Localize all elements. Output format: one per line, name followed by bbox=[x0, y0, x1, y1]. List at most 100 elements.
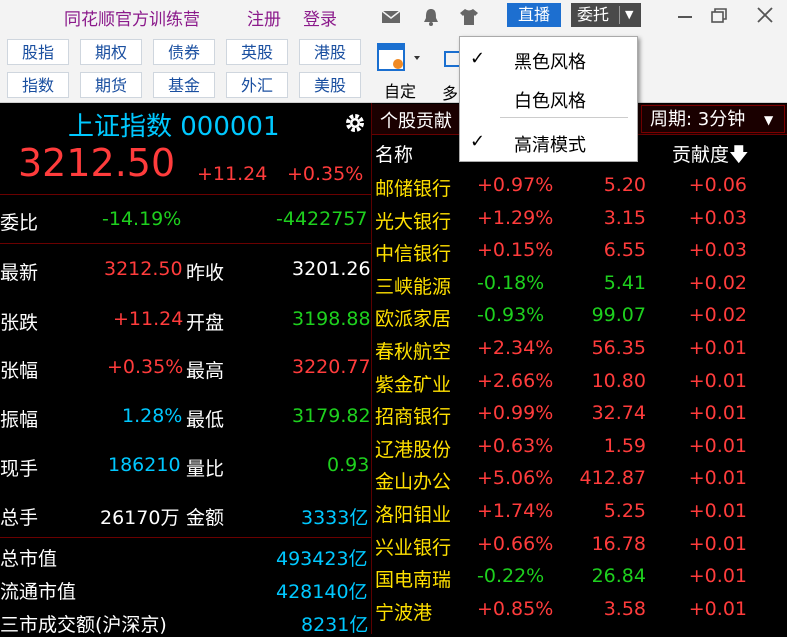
table-row[interactable]: 紫金矿业 +2.66% 10.80 +0.01 bbox=[372, 366, 787, 398]
stock-contrib: +0.01 bbox=[688, 500, 747, 522]
stock-name: 金山办公 bbox=[375, 471, 452, 494]
bell-icon[interactable] bbox=[420, 6, 442, 28]
tab-forex[interactable]: 外汇 bbox=[226, 72, 288, 98]
weibi-pct: -14.19% bbox=[102, 208, 182, 230]
minimize-icon[interactable] bbox=[672, 4, 698, 28]
table-row[interactable]: 光大银行 +1.29% 3.15 +0.03 bbox=[372, 203, 787, 235]
index-price: 3212.50 bbox=[18, 141, 176, 185]
restore-icon[interactable] bbox=[705, 4, 731, 28]
style-menu: ✓ 黑色风格 白色风格 ✓ 高清模式 bbox=[459, 36, 638, 162]
divider bbox=[0, 537, 371, 538]
stock-pct: -0.18% bbox=[477, 271, 545, 294]
period-dropdown[interactable]: 周期: 3分钟 ▼ bbox=[641, 105, 785, 133]
stat-label: 最低 bbox=[186, 409, 225, 431]
stock-price: 26.84 bbox=[591, 565, 646, 588]
stat-label: 总手 bbox=[0, 507, 39, 529]
stat-value: 0.93 bbox=[327, 454, 370, 476]
tab-hk-stocks[interactable]: 港股 bbox=[299, 39, 361, 65]
gear-icon[interactable] bbox=[343, 111, 367, 135]
chevron-down-icon: ▼ bbox=[625, 8, 634, 21]
stat-label: 张幅 bbox=[0, 360, 39, 382]
tab-bonds[interactable]: 债券 bbox=[153, 39, 215, 65]
stock-price: 3.15 bbox=[603, 206, 646, 229]
table-row[interactable]: 招商银行 +0.99% 32.74 +0.01 bbox=[372, 398, 787, 430]
title-bar: 同花顺官方训练营 注册 登录 直播 委托 ▼ bbox=[0, 0, 787, 35]
stock-price: 56.35 bbox=[591, 337, 646, 359]
menu-item-light-style[interactable]: 白色风格 bbox=[460, 81, 637, 115]
weituo-dropdown[interactable]: 委托 ▼ bbox=[571, 3, 641, 27]
column-contrib-header[interactable]: 贡献度🡇 bbox=[672, 140, 749, 173]
stock-pct: +0.66% bbox=[477, 532, 554, 555]
table-row[interactable]: 邮储银行 +0.97% 5.20 +0.06 bbox=[372, 170, 787, 202]
stock-contrib: +0.03 bbox=[688, 239, 747, 262]
stock-price: 16.78 bbox=[591, 532, 646, 555]
tab-options[interactable]: 期权 bbox=[80, 39, 142, 65]
tab-uk-stocks[interactable]: 英股 bbox=[226, 39, 288, 65]
table-row[interactable]: 洛阳钼业 +1.74% 5.25 +0.01 bbox=[372, 496, 787, 528]
weituo-divider bbox=[619, 6, 620, 24]
table-row[interactable]: 国电南瑞 -0.22% 26.84 +0.01 bbox=[372, 561, 787, 593]
stock-contrib: +0.01 bbox=[688, 565, 747, 588]
custom-button[interactable]: 自定 bbox=[372, 38, 428, 101]
stat-label: 昨收 bbox=[186, 262, 225, 284]
tab-futures[interactable]: 期货 bbox=[80, 72, 142, 98]
tab-us-stocks[interactable]: 美股 bbox=[299, 72, 361, 98]
stock-name: 辽港股份 bbox=[375, 438, 452, 461]
stock-pct: +0.85% bbox=[477, 597, 554, 620]
tab-index[interactable]: 指数 bbox=[7, 72, 69, 98]
table-row[interactable]: 宁波港 +0.85% 3.58 +0.01 bbox=[372, 594, 787, 626]
stock-contrib: +0.01 bbox=[688, 402, 747, 425]
multi-label: 多 bbox=[442, 84, 459, 103]
stat-value: 3333亿 bbox=[301, 507, 369, 529]
table-row[interactable]: 欧派家居 -0.93% 99.07 +0.02 bbox=[372, 300, 787, 332]
close-icon[interactable] bbox=[752, 4, 778, 28]
tab-stock-index[interactable]: 股指 bbox=[7, 39, 69, 65]
brand-link[interactable]: 同花顺官方训练营 bbox=[64, 5, 200, 30]
turnover-label: 三市成交额(沪深京) bbox=[0, 614, 167, 636]
stock-price: 412.87 bbox=[579, 467, 646, 490]
table-row[interactable]: 辽港股份 +0.63% 1.59 +0.01 bbox=[372, 431, 787, 463]
stock-name: 邮储银行 bbox=[375, 178, 452, 200]
stat-label: 最新 bbox=[0, 262, 39, 284]
stock-contrib: +0.01 bbox=[688, 597, 747, 620]
shirt-icon[interactable] bbox=[458, 6, 480, 28]
stock-price: 5.25 bbox=[603, 500, 646, 522]
stat-value: 26170万 bbox=[100, 507, 180, 529]
menu-item-hd-mode[interactable]: ✓ 高清模式 bbox=[460, 125, 637, 159]
menu-item-label: 白色风格 bbox=[514, 91, 586, 112]
stock-name: 三峡能源 bbox=[375, 275, 452, 298]
mail-icon[interactable] bbox=[380, 6, 402, 28]
column-name-header[interactable]: 名称 bbox=[375, 140, 413, 167]
sort-down-icon: 🡇 bbox=[729, 144, 749, 166]
stat-value: +11.24 bbox=[113, 308, 184, 330]
stock-price: 32.74 bbox=[591, 402, 646, 425]
stock-pct: -0.93% bbox=[477, 304, 545, 327]
stock-pct: +1.29% bbox=[477, 206, 554, 229]
stat-label: 量比 bbox=[186, 458, 225, 480]
menu-item-dark-style[interactable]: ✓ 黑色风格 bbox=[460, 42, 637, 76]
stock-price: 1.59 bbox=[603, 434, 646, 457]
stat-label: 张跌 bbox=[0, 312, 39, 334]
stock-contrib: +0.01 bbox=[688, 369, 747, 392]
stat-label: 最高 bbox=[186, 360, 225, 382]
stock-name: 招商银行 bbox=[375, 406, 452, 429]
custom-layout-icon bbox=[377, 43, 420, 71]
stat-value: 3201.26 bbox=[292, 258, 371, 280]
index-title: 上证指数 000001 bbox=[68, 112, 280, 142]
table-row[interactable]: 金山办公 +5.06% 412.87 +0.01 bbox=[372, 463, 787, 495]
tab-funds[interactable]: 基金 bbox=[153, 72, 215, 98]
stat-value: 3198.88 bbox=[292, 308, 371, 330]
stock-pct: +2.34% bbox=[477, 337, 554, 359]
stock-price: 3.58 bbox=[603, 597, 646, 620]
table-row[interactable]: 春秋航空 +2.34% 56.35 +0.01 bbox=[372, 333, 787, 365]
stat-value: +0.35% bbox=[107, 356, 184, 378]
table-row[interactable]: 兴业银行 +0.66% 16.78 +0.01 bbox=[372, 529, 787, 561]
register-link[interactable]: 注册 bbox=[247, 5, 281, 30]
live-button[interactable]: 直播 bbox=[507, 3, 561, 27]
stock-pct: -0.22% bbox=[477, 565, 545, 588]
login-link[interactable]: 登录 bbox=[303, 5, 337, 30]
table-row[interactable]: 三峡能源 -0.18% 5.41 +0.02 bbox=[372, 268, 787, 300]
period-label: 周期: 3分钟 bbox=[650, 109, 746, 130]
stock-name: 紫金矿业 bbox=[375, 373, 452, 396]
table-row[interactable]: 中信银行 +0.15% 6.55 +0.03 bbox=[372, 235, 787, 267]
